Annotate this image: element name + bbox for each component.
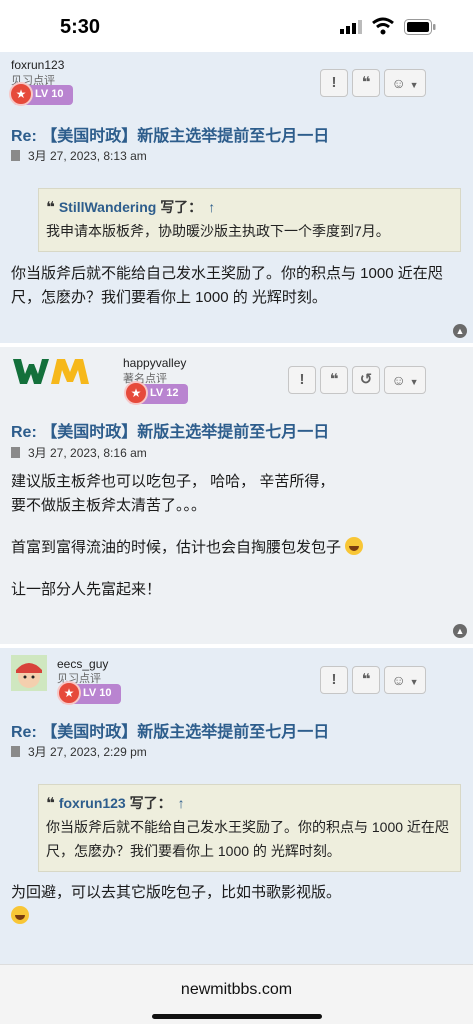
post-date: 3月 27, 2023, 8:13 am [11, 147, 147, 164]
jump-to-source-icon[interactable]: ↑ [178, 795, 185, 811]
laughing-emoji-icon [11, 906, 29, 924]
quote-icon: ❝ [361, 671, 371, 688]
wifi-icon [372, 17, 394, 35]
back-to-top-icon[interactable]: ▲ [453, 324, 467, 338]
reaction-icon: ☺ [391, 372, 406, 388]
report-icon: ! [331, 74, 337, 91]
post-body: 建议版主板斧也可以吃包子， 哈哈， 辛苦所得， 要不做版主板斧太清苦了。。。 首… [11, 470, 461, 602]
post-date: 3月 27, 2023, 8:16 am [11, 444, 147, 461]
back-to-top-icon[interactable]: ▲ [453, 624, 467, 638]
post-tools: ! ❝ ☺ ▼ [320, 666, 426, 694]
quote-mark-icon: ❝ [46, 199, 55, 216]
report-button[interactable]: ! [320, 666, 348, 694]
quote-text: 你当版斧后就不能给自己发水王奖励了。你的积点与 1000 近在咫尺，怎麽办？我们… [46, 819, 449, 859]
status-bar: 5:30 [0, 0, 473, 52]
reaction-icon: ☺ [391, 75, 406, 91]
report-icon: ! [331, 671, 337, 688]
username[interactable]: happyvalley [123, 356, 186, 370]
rank-star-icon: ★ [57, 681, 81, 705]
chevron-down-icon: ▼ [409, 677, 419, 687]
jump-to-source-icon[interactable]: ↑ [208, 199, 215, 215]
document-icon [11, 746, 20, 757]
history-button[interactable]: ↺ [352, 366, 380, 394]
username[interactable]: eecs_guy [57, 657, 108, 671]
post-body: 为回避，可以去其它版吃包子，比如书歌影视版。 [11, 881, 461, 929]
quote-button[interactable]: ❝ [320, 366, 348, 394]
level-badge: ★ LV 12 [124, 381, 188, 405]
status-time: 5:30 [60, 16, 101, 38]
quote-author[interactable]: StillWandering [59, 199, 156, 215]
post-tools: ! ❝ ☺ ▼ [320, 69, 426, 97]
report-button[interactable]: ! [320, 69, 348, 97]
post-happyvalley: happyvalley 著名点评 ★ LV 12 ! ❝ ↺ ☺ ▼ Re: 【… [0, 347, 473, 644]
post-eecs-guy: eecs_guy 见习点评 ★ LV 10 ! ❝ ☺ ▼ Re: 【美国时政】… [0, 648, 473, 964]
post-body: 你当版斧后就不能给自己发水王奖励了。你的积点与 1000 近在咫尺，怎麽办？我们… [11, 265, 443, 306]
level-badge: ★ LV 10 [9, 82, 73, 106]
post-title[interactable]: Re: 【美国时政】新版主选举提前至七月一日 [11, 418, 329, 442]
report-button[interactable]: ! [288, 366, 316, 394]
document-icon [11, 447, 20, 458]
quote-button[interactable]: ❝ [352, 666, 380, 694]
username[interactable]: foxrun123 [11, 58, 64, 72]
post-title[interactable]: Re: 【美国时政】新版主选举提前至七月一日 [11, 718, 329, 742]
history-icon: ↺ [359, 371, 373, 388]
rank-star-icon: ★ [9, 82, 33, 106]
laughing-emoji-icon [345, 537, 364, 555]
home-indicator[interactable] [152, 1014, 322, 1019]
battery-icon [404, 19, 436, 35]
quote-button[interactable]: ❝ [352, 69, 380, 97]
reaction-icon: ☺ [391, 672, 406, 688]
quote-icon: ❝ [361, 74, 371, 91]
post-tools: ! ❝ ↺ ☺ ▼ [288, 366, 426, 394]
reaction-button[interactable]: ☺ ▼ [384, 366, 426, 394]
cellular-signal-icon [340, 20, 362, 34]
user-avatar[interactable] [11, 356, 111, 386]
post-date: 3月 27, 2023, 2:29 pm [11, 743, 147, 760]
browser-bottom-bar: newmitbbs.com [0, 964, 473, 1024]
post-foxrun123: foxrun123 见习点评 ★ LV 10 ! ❝ ☺ ▼ Re: 【美国时政… [0, 52, 473, 343]
report-icon: ! [299, 371, 305, 388]
reaction-button[interactable]: ☺ ▼ [384, 69, 426, 97]
quote-author[interactable]: foxrun123 [59, 795, 126, 811]
quote-text: 我申请本版板斧，协助暖沙版主执政下一个季度到7月。 [46, 223, 390, 239]
chevron-down-icon: ▼ [409, 377, 419, 387]
quote-header: ❝ StillWandering 写了： ↑ [46, 199, 216, 216]
rank-star-icon: ★ [124, 381, 148, 405]
reaction-button[interactable]: ☺ ▼ [384, 666, 426, 694]
user-avatar[interactable] [11, 655, 47, 691]
quote-block: ❝ StillWandering 写了： ↑ 我申请本版板斧，协助暖沙版主执政下一个… [38, 188, 461, 252]
document-icon [11, 150, 20, 161]
chevron-down-icon: ▼ [409, 80, 419, 90]
post-title[interactable]: Re: 【美国时政】新版主选举提前至七月一日 [11, 122, 329, 146]
quote-header: ❝ foxrun123 写了： ↑ [46, 795, 185, 812]
url-bar[interactable]: newmitbbs.com [0, 981, 473, 999]
quote-block: ❝ foxrun123 写了： ↑ 你当版斧后就不能给自己发水王奖励了。你的积点与 … [38, 784, 461, 872]
level-badge: ★ LV 10 [57, 681, 121, 705]
quote-icon: ❝ [329, 371, 339, 388]
quote-mark-icon: ❝ [46, 795, 55, 812]
